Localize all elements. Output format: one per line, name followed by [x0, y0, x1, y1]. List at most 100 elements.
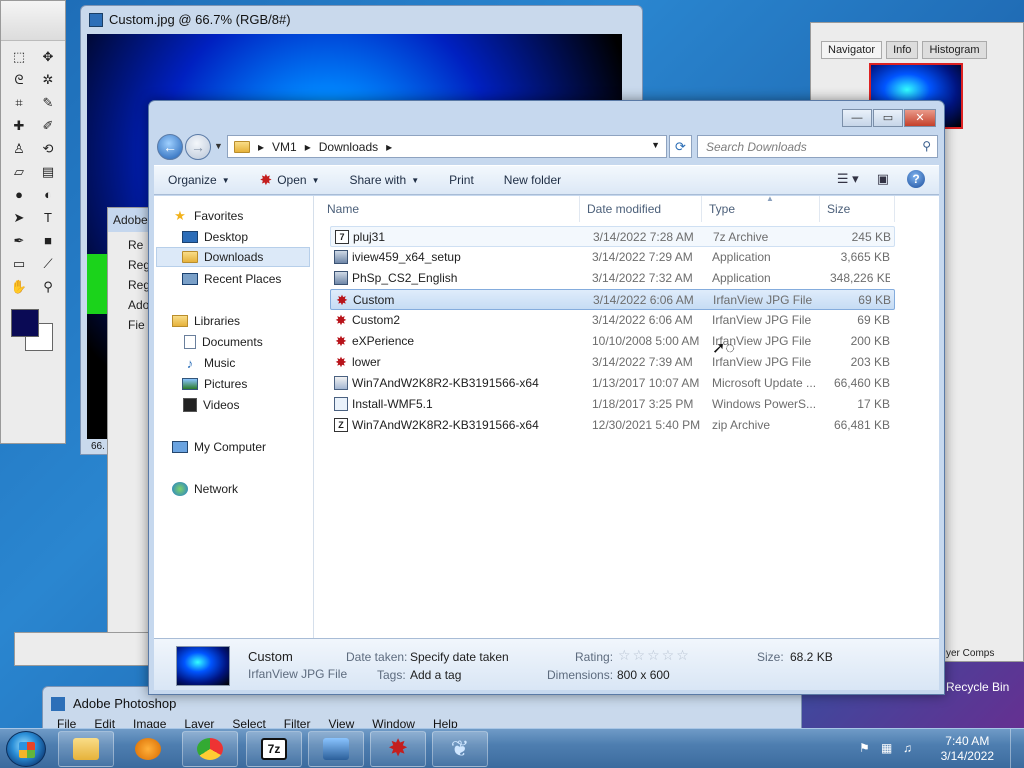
preview-pane-icon[interactable]: ▣: [877, 171, 889, 187]
zoom-tool-icon[interactable]: ⚲: [37, 277, 59, 297]
back-button[interactable]: ←: [157, 134, 183, 160]
recent-pages-dropdown-icon[interactable]: ▼: [214, 141, 223, 151]
refresh-button[interactable]: ⟳: [669, 135, 692, 158]
volume-icon[interactable]: ♫: [903, 741, 917, 755]
table-row[interactable]: Install-WMF5.1 1/18/2017 3:25 PM Windows…: [330, 394, 895, 415]
address-dropdown-icon[interactable]: ▼: [651, 140, 660, 150]
breadcrumb-vm1[interactable]: VM1: [272, 140, 297, 154]
help-icon[interactable]: ?: [907, 170, 925, 188]
nav-downloads[interactable]: Downloads: [156, 247, 310, 267]
blur-tool-icon[interactable]: ●: [8, 185, 30, 205]
gradient-tool-icon[interactable]: ▤: [37, 162, 59, 182]
address-bar[interactable]: ▸ VM1 ▸ Downloads ▸ ▼: [227, 135, 667, 158]
open-button[interactable]: ✸ Open ▼: [260, 171, 320, 189]
nav-recent-places[interactable]: Recent Places: [182, 269, 281, 289]
file-name: Custom2: [352, 313, 401, 327]
table-row[interactable]: ✸ Custom2 3/14/2022 6:06 AM IrfanView JP…: [330, 310, 895, 331]
table-row[interactable]: Win7AndW2K8R2-KB3191566-x64 1/13/2017 10…: [330, 373, 895, 394]
history-brush-tool-icon[interactable]: ⟲: [37, 139, 59, 159]
tab-info[interactable]: Info: [886, 41, 919, 59]
date-taken-value[interactable]: Specify date taken: [410, 650, 509, 664]
zip-icon: 7: [335, 230, 349, 244]
breadcrumb-separator-icon[interactable]: ▸: [258, 140, 264, 154]
show-desktop-button[interactable]: [1010, 729, 1024, 768]
network-tray-icon[interactable]: ▦: [881, 741, 895, 755]
notes-tool-icon[interactable]: ▭: [8, 254, 30, 274]
forward-button[interactable]: →: [185, 134, 211, 160]
hand-tool-icon[interactable]: ✋: [8, 277, 30, 297]
tab-navigator[interactable]: Navigator: [821, 41, 883, 59]
taskbar-irfanview-button[interactable]: ✸: [370, 731, 426, 767]
marquee-tool-icon[interactable]: ⬚: [8, 47, 30, 67]
column-header-size[interactable]: Size: [820, 196, 895, 222]
nav-my-computer[interactable]: My Computer: [172, 437, 266, 457]
share-with-button[interactable]: Share with ▼: [349, 173, 419, 187]
rectangle-tool-icon[interactable]: ■: [37, 231, 59, 251]
nav-documents[interactable]: Documents: [184, 332, 263, 352]
stamp-tool-icon[interactable]: ♙: [8, 139, 30, 159]
organize-button[interactable]: Organize ▼: [168, 173, 230, 187]
healing-brush-tool-icon[interactable]: ✚: [8, 116, 30, 136]
nav-music[interactable]: ♪ Music: [182, 353, 236, 373]
search-icon[interactable]: ⚲: [922, 139, 931, 153]
irfanview-icon: ✸: [387, 735, 409, 762]
lasso-tool-icon[interactable]: ᘓ: [8, 70, 30, 90]
foreground-color-swatch[interactable]: [11, 309, 39, 337]
dodge-tool-icon[interactable]: ◐: [37, 185, 59, 205]
taskbar-explorer-button[interactable]: [58, 731, 114, 767]
clock[interactable]: 7:40 AM 3/14/2022: [941, 734, 994, 764]
taskbar-photoshop-button[interactable]: ❦: [432, 731, 488, 767]
maximize-button[interactable]: ▭: [873, 109, 903, 127]
column-header-name[interactable]: Name: [320, 196, 580, 222]
table-row[interactable]: iview459_x64_setup 3/14/2022 7:29 AM App…: [330, 247, 895, 268]
selection-tool-icon[interactable]: ➤: [8, 208, 30, 228]
nav-favorites[interactable]: ★ Favorites: [172, 206, 243, 226]
nav-libraries[interactable]: Libraries: [172, 311, 240, 331]
tags-value[interactable]: Add a tag: [410, 668, 461, 682]
type-tool-icon[interactable]: T: [37, 208, 59, 228]
nav-videos[interactable]: Videos: [183, 395, 239, 415]
nav-network[interactable]: Network: [172, 479, 238, 499]
table-row[interactable]: Z Win7AndW2K8R2-KB3191566-x64 12/30/2021…: [330, 415, 895, 436]
breadcrumb-separator-icon[interactable]: ▸: [305, 140, 311, 154]
taskbar-media-player-button[interactable]: [120, 731, 176, 767]
nav-pictures[interactable]: Pictures: [182, 374, 247, 394]
eyedropper-tool-icon[interactable]: ⟋: [37, 254, 59, 274]
minimize-button[interactable]: —: [842, 109, 872, 127]
document-zoom-status: 66.: [91, 441, 105, 452]
start-button[interactable]: [6, 731, 46, 767]
dimensions-value: 800 x 600: [617, 668, 670, 682]
open-label: Open: [277, 173, 307, 187]
table-row-selected[interactable]: ✸ Custom 3/14/2022 6:06 AM IrfanView JPG…: [330, 289, 895, 310]
recycle-bin-label[interactable]: Recycle Bin: [946, 680, 1009, 694]
action-center-flag-icon[interactable]: ⚑: [859, 741, 873, 755]
slice-tool-icon[interactable]: ✎: [37, 93, 59, 113]
table-row[interactable]: ✸ lower 3/14/2022 7:39 AM IrfanView JPG …: [330, 352, 895, 373]
taskbar-chrome-button[interactable]: [182, 731, 238, 767]
rating-stars[interactable]: ☆☆☆☆☆: [618, 647, 691, 664]
move-tool-icon[interactable]: ✥: [37, 47, 59, 67]
color-swatches[interactable]: [11, 309, 65, 357]
crop-tool-icon[interactable]: ⌗: [8, 93, 30, 113]
pen-tool-icon[interactable]: ✒: [8, 231, 30, 251]
column-header-date[interactable]: Date modified: [580, 196, 702, 222]
breadcrumb-separator-icon[interactable]: ▸: [386, 140, 392, 154]
magic-wand-tool-icon[interactable]: ✲: [37, 70, 59, 90]
nav-desktop[interactable]: Desktop: [182, 227, 248, 247]
column-header-type[interactable]: Type: [702, 196, 820, 222]
tab-histogram[interactable]: Histogram: [922, 41, 987, 59]
new-folder-button[interactable]: New folder: [504, 173, 561, 187]
taskbar-7zip-button[interactable]: 7z: [246, 731, 302, 767]
layer-comps-tab[interactable]: yer Comps: [946, 648, 994, 659]
print-button[interactable]: Print: [449, 173, 474, 187]
breadcrumb-downloads[interactable]: Downloads: [319, 140, 378, 154]
table-row[interactable]: ✸ eXPerience 10/10/2008 5:00 AM IrfanVie…: [330, 331, 895, 352]
search-input[interactable]: Search Downloads ⚲: [697, 135, 938, 158]
taskbar-photoshop-doc-button[interactable]: [308, 731, 364, 767]
table-row[interactable]: 7 pluj31 3/14/2022 7:28 AM 7z Archive 24…: [330, 226, 895, 247]
change-view-icon[interactable]: ☰ ▾: [837, 171, 859, 187]
table-row[interactable]: PhSp_CS2_English 3/14/2022 7:32 AM Appli…: [330, 268, 895, 289]
brush-tool-icon[interactable]: ✐: [37, 116, 59, 136]
close-button[interactable]: ✕: [904, 109, 936, 127]
eraser-tool-icon[interactable]: ▱: [8, 162, 30, 182]
